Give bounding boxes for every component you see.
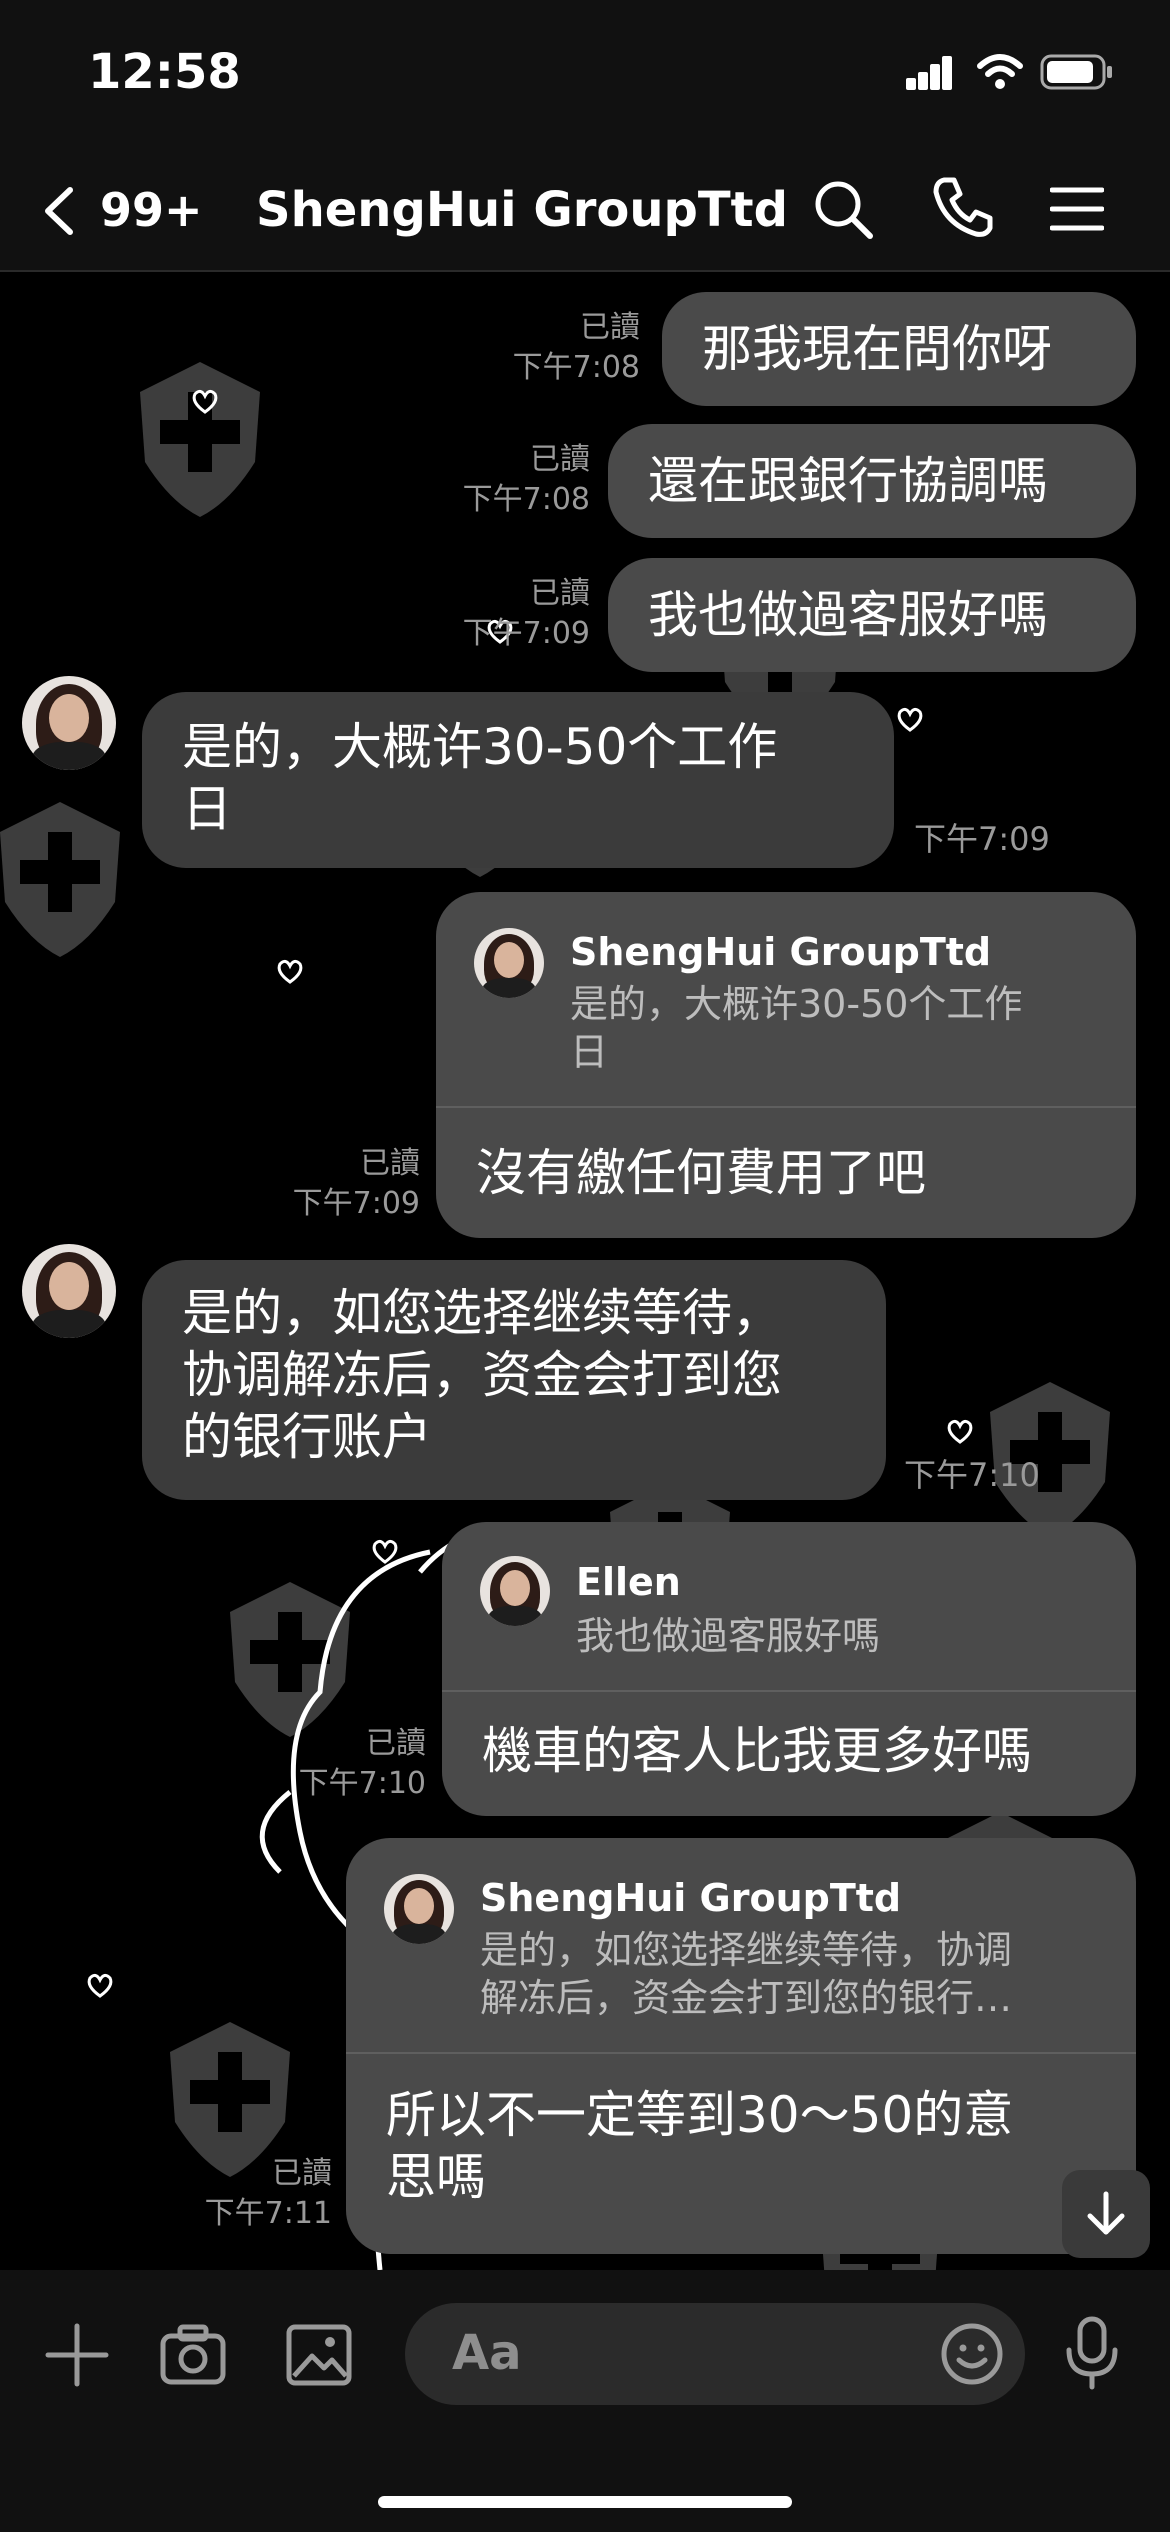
quoted-avatar xyxy=(384,1874,454,1944)
message-time: 下午7:10 xyxy=(904,1456,1040,1494)
reply-message-bubble[interactable]: Ellen 我也做過客服好嗎 機車的客人比我更多好嗎 xyxy=(442,1522,1136,1816)
arrow-down-icon xyxy=(1087,2191,1125,2235)
scroll-to-bottom-button[interactable] xyxy=(1062,2170,1150,2258)
clock: 12:58 xyxy=(88,44,241,100)
read-receipt: 已讀 下午7:08 xyxy=(462,442,590,517)
quoted-text: 是的，如您选择继续等待，协调 xyxy=(480,1928,1013,1972)
image-icon[interactable] xyxy=(286,2324,352,2386)
message-time: 下午7:09 xyxy=(914,820,1050,858)
quoted-sender: Ellen xyxy=(576,1560,681,1604)
message-bubble[interactable]: 是的，如您选择继续等待， 协调解冻后，资金会打到您 的银行账户 xyxy=(142,1260,886,1500)
read-receipt: 已讀 下午7:09 xyxy=(462,576,590,651)
wifi-icon xyxy=(977,54,1023,89)
message-list[interactable]: 已讀 下午7:08 那我現在問你呀 已讀 下午7:08 還在跟銀行協調嗎 已讀 … xyxy=(0,272,1170,2270)
chat-title: ShengHui GroupTtd xyxy=(256,182,788,238)
quoted-text: 是的，大概许30-50个工作 xyxy=(570,982,1023,1026)
quoted-text: 日 xyxy=(570,1030,609,1074)
status-bar: 12:58 xyxy=(0,0,1170,150)
quoted-text: 解冻后，资金会打到您的银行… xyxy=(480,1976,1013,2020)
avatar[interactable] xyxy=(22,1244,116,1338)
message-bubble[interactable]: 我也做過客服好嗎 xyxy=(608,558,1136,672)
quoted-avatar xyxy=(480,1556,550,1626)
back-button[interactable]: 99+ xyxy=(40,178,240,242)
reply-message-bubble[interactable]: ShengHui GroupTtd 是的，如您选择继续等待，协调 解冻后，资金会… xyxy=(346,1838,1136,2254)
message-bubble[interactable]: 那我現在問你呀 xyxy=(662,292,1136,406)
quoted-sender: ShengHui GroupTtd xyxy=(570,930,992,974)
message-bubble[interactable]: 還在跟銀行協調嗎 xyxy=(608,424,1136,538)
read-receipt: 已讀 下午7:08 xyxy=(512,310,640,385)
chevron-left-icon xyxy=(45,187,73,235)
microphone-icon[interactable] xyxy=(1064,2316,1120,2390)
read-receipt: 已讀 下午7:10 xyxy=(298,1726,426,1801)
search-icon[interactable] xyxy=(812,178,874,240)
quoted-sender: ShengHui GroupTtd xyxy=(480,1876,902,1920)
read-receipt: 已讀 下午7:11 xyxy=(204,2156,332,2231)
message-input-placeholder: Aa xyxy=(452,2325,522,2381)
signal-icon xyxy=(906,56,952,90)
battery-icon xyxy=(1040,54,1112,90)
message-bubble[interactable]: 是的，大概许30-50个工作 日 xyxy=(142,692,894,868)
avatar[interactable] xyxy=(22,676,116,770)
reply-message-bubble[interactable]: ShengHui GroupTtd 是的，大概许30-50个工作 日 沒有繳任何… xyxy=(436,892,1136,1238)
quoted-text: 我也做過客服好嗎 xyxy=(576,1614,881,1658)
camera-icon[interactable] xyxy=(160,2324,226,2386)
read-receipt: 已讀 下午7:09 xyxy=(292,1146,420,1221)
plus-icon[interactable] xyxy=(44,2322,110,2388)
home-indicator[interactable] xyxy=(378,2496,792,2508)
quoted-avatar xyxy=(474,928,544,998)
unread-count: 99+ xyxy=(100,183,203,237)
emoji-icon[interactable] xyxy=(940,2322,1004,2386)
phone-icon[interactable] xyxy=(930,174,996,240)
hamburger-menu-icon[interactable] xyxy=(1050,182,1104,236)
